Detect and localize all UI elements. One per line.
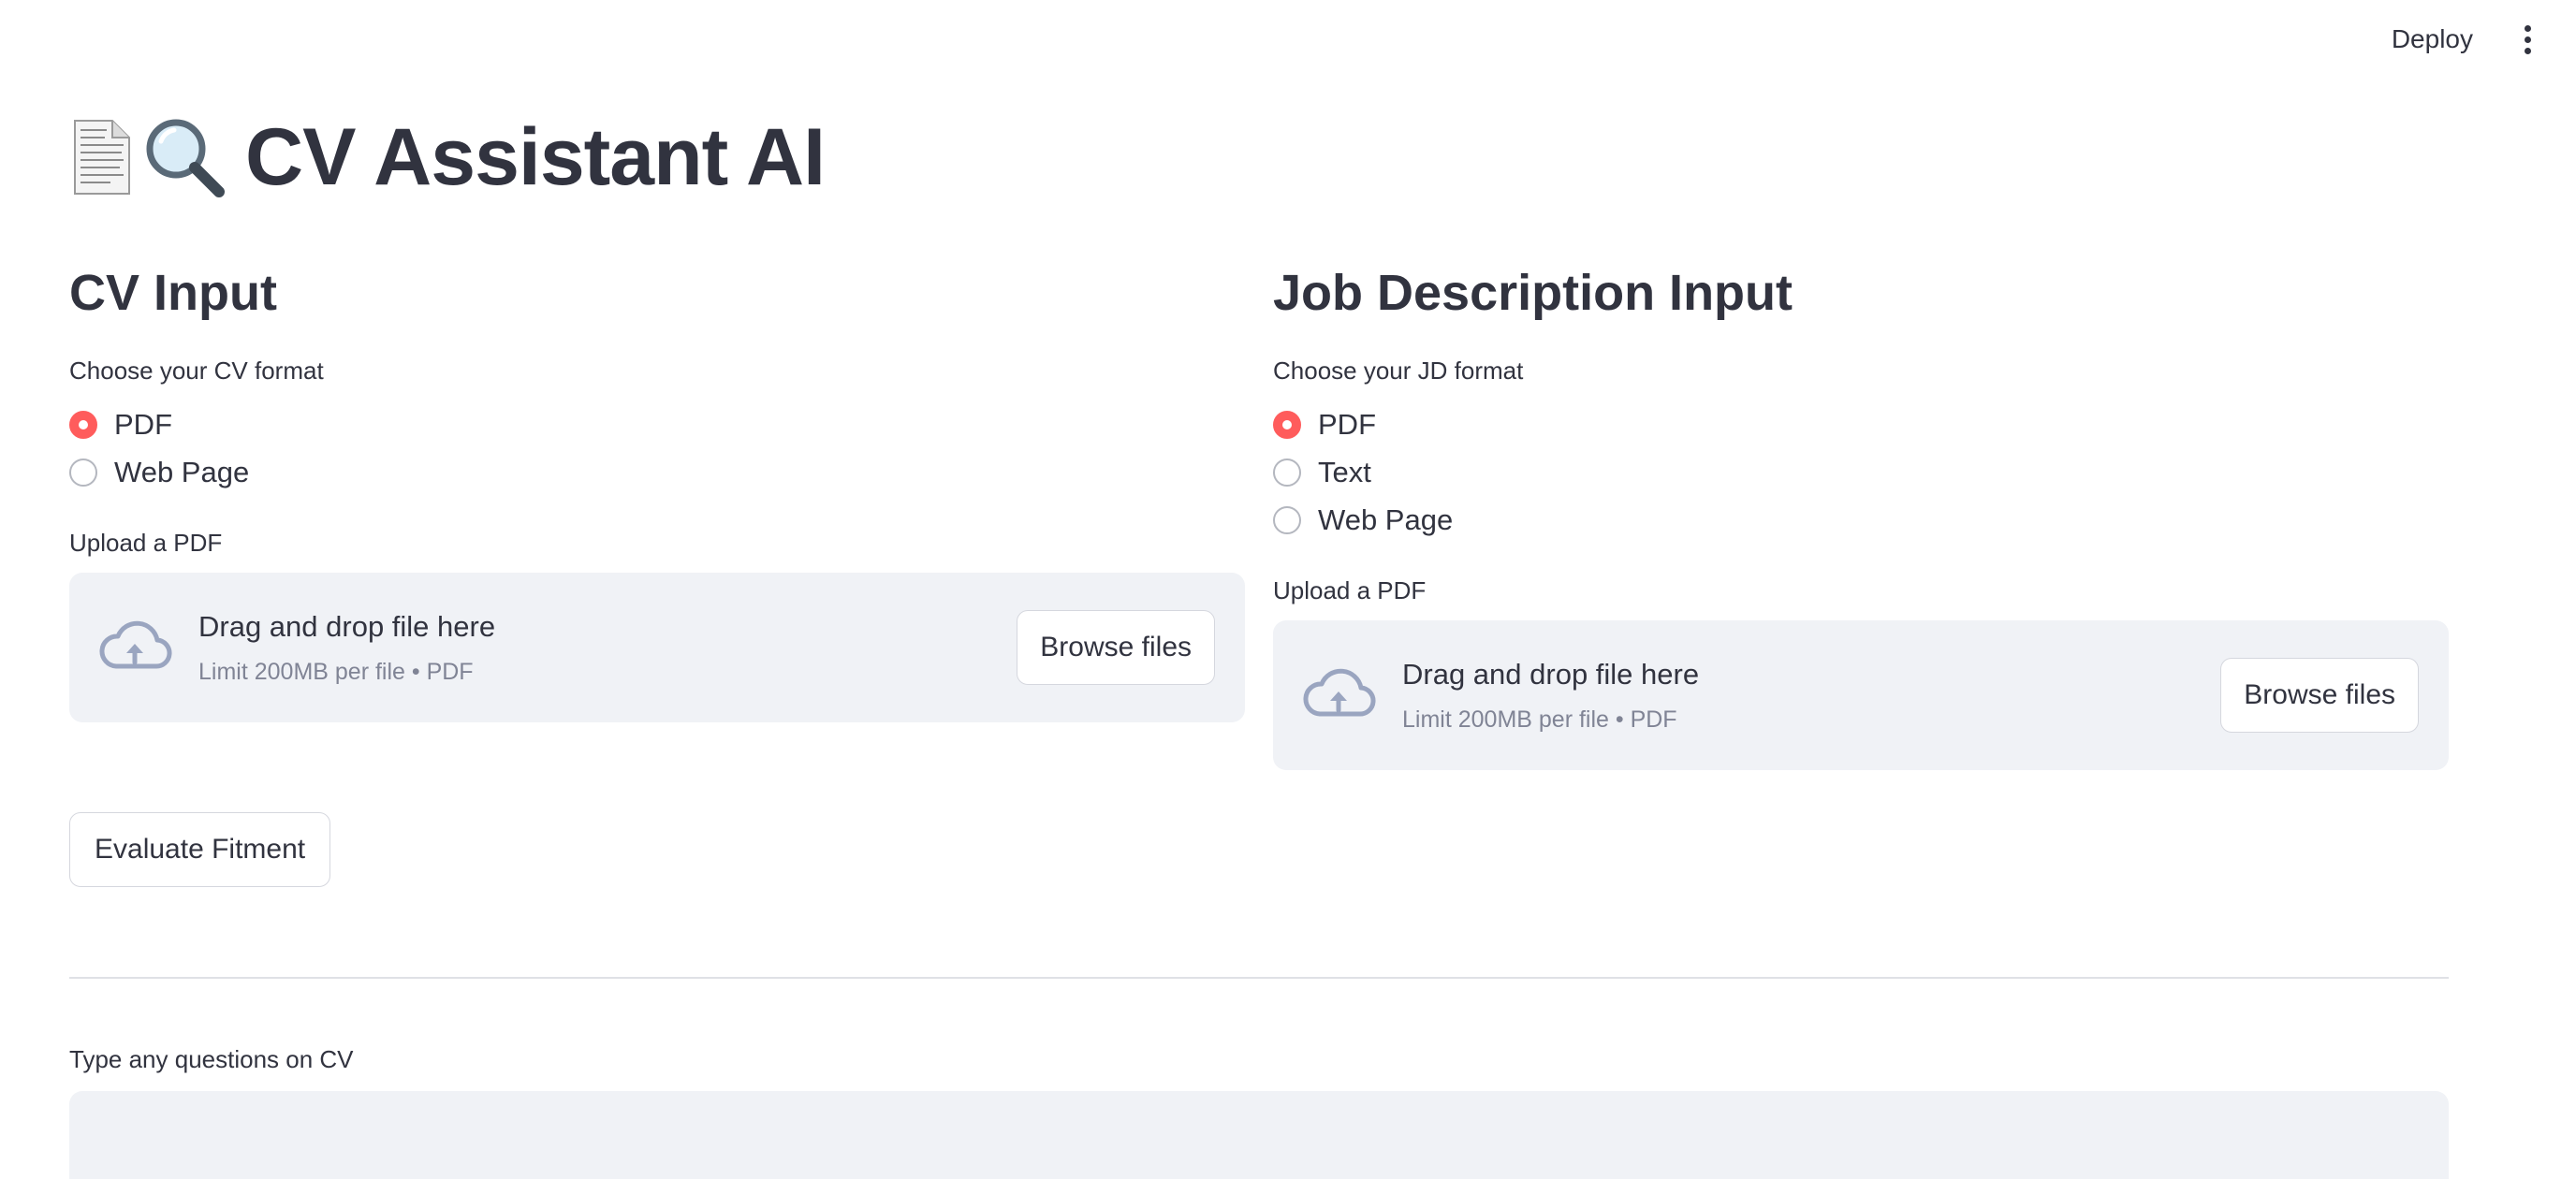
jd-file-dropzone[interactable]: Drag and drop file here Limit 200MB per … [1273,620,2449,770]
radio-unselected-icon[interactable] [69,458,97,487]
radio-label: Web Page [114,455,250,488]
dropzone-text: Drag and drop file here Limit 200MB per … [198,604,1017,691]
page-title: CV Assistant AI [69,105,826,210]
radio-unselected-icon[interactable] [1273,458,1301,487]
dropzone-text: Drag and drop file here Limit 200MB per … [1402,652,2220,738]
title-icons [69,113,228,201]
questions-textarea[interactable] [69,1091,2449,1179]
jd-format-option-pdf[interactable]: PDF [1273,400,2449,448]
cv-upload-label: Upload a PDF [69,529,223,557]
menu-dot [2524,36,2531,43]
top-toolbar: Deploy [2377,0,2576,79]
app-page: Deploy CV Assistant AI CV Input Choose y… [0,0,2576,1179]
menu-dot [2524,24,2531,32]
dropzone-title: Drag and drop file here [198,610,496,643]
radio-selected-icon[interactable] [1273,410,1301,439]
document-icon [74,120,130,195]
dropzone-limit: Limit 200MB per file • PDF [198,659,474,685]
jd-input-heading: Job Description Input [1273,265,1793,321]
radio-label: Web Page [1318,502,1454,536]
section-divider [69,977,2449,979]
jd-upload-label: Upload a PDF [1273,576,1427,604]
magnifying-glass-icon [146,119,225,197]
cv-format-option-pdf[interactable]: PDF [69,400,1245,448]
radio-label: PDF [1318,407,1376,441]
dropzone-title: Drag and drop file here [1402,658,1700,691]
cv-format-label: Choose your CV format [69,357,324,385]
questions-label: Type any questions on CV [69,1045,354,1073]
evaluate-fitment-button[interactable]: Evaluate Fitment [69,812,331,887]
menu-dot [2524,47,2531,54]
dropzone-limit: Limit 200MB per file • PDF [1402,706,1677,733]
kebab-menu-icon[interactable] [2512,17,2542,62]
jd-format-option-web-page[interactable]: Web Page [1273,496,2449,544]
jd-format-label: Choose your JD format [1273,357,1524,385]
cv-browse-files-button[interactable]: Browse files [1017,610,1215,685]
cv-input-heading: CV Input [69,265,277,321]
cv-file-dropzone[interactable]: Drag and drop file here Limit 200MB per … [69,573,1245,722]
deploy-button[interactable]: Deploy [2377,17,2488,62]
jd-browse-files-button[interactable]: Browse files [2220,658,2419,733]
jd-format-option-text[interactable]: Text [1273,448,2449,496]
cv-format-option-web-page[interactable]: Web Page [69,448,1245,496]
radio-label: PDF [114,407,172,441]
app-title: CV Assistant AI [245,111,826,202]
jd-input-section: Job Description Input Choose your JD for… [1273,253,2449,770]
cv-format-radio-group: PDF Web Page [69,400,1245,496]
radio-unselected-icon[interactable] [1273,505,1301,534]
cloud-upload-icon [99,620,172,669]
radio-label: Text [1318,455,1371,488]
jd-format-radio-group: PDF Text Web Page [1273,400,2449,544]
radio-selected-icon[interactable] [69,410,97,439]
cloud-upload-icon [1303,668,1376,717]
cv-input-section: CV Input Choose your CV format PDF Web P… [69,253,1245,722]
